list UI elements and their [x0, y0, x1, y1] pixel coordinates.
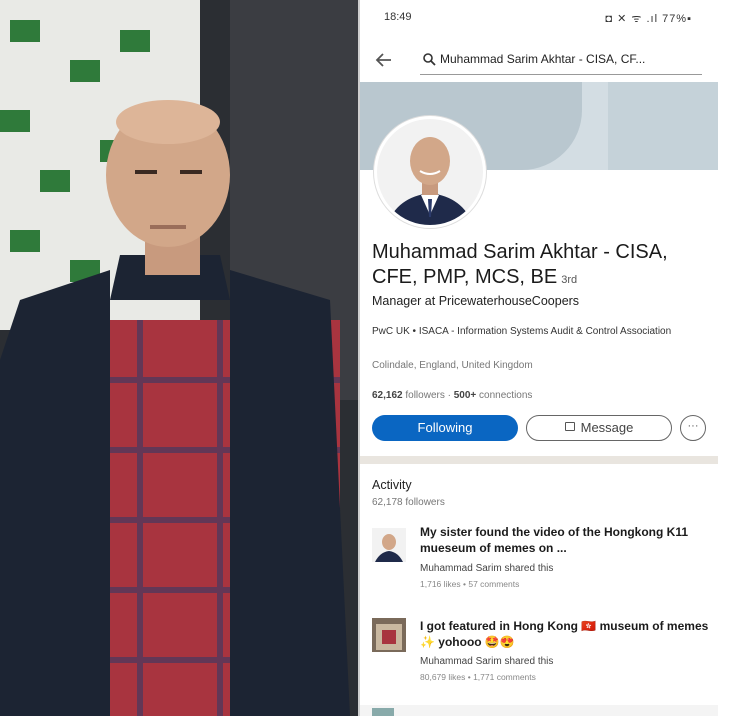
post-thumbnail — [372, 528, 406, 562]
status-time: 18:49 — [384, 11, 412, 23]
search-icon — [422, 52, 436, 66]
connection-degree: 3rd — [561, 274, 578, 286]
linkedin-profile-screen: 18:49 ◘ ✕ ᯤ .ıl 77%▪ Muhammad Sarim Akht… — [360, 0, 722, 716]
post-title: I got featured in Hong Kong 🇭🇰 museum of… — [420, 619, 709, 649]
status-bar: 18:49 ◘ ✕ ᯤ .ıl 77%▪ — [360, 0, 722, 30]
profile-stats: 62,162 followers · 500+ connections — [372, 390, 532, 401]
connections-label[interactable]: connections — [479, 390, 532, 401]
followers-label[interactable]: followers — [405, 390, 444, 401]
avatar[interactable] — [374, 116, 486, 228]
activity-followers: 62,178 followers — [372, 497, 445, 508]
lock-icon — [564, 422, 575, 431]
post-author: Muhammad Sarim shared this — [420, 563, 554, 574]
photo-illustration — [0, 0, 360, 716]
search-query: Muhammad Sarim Akhtar - CISA, CF... — [440, 52, 646, 66]
post-thumbnail — [372, 618, 406, 652]
post-title: My sister found the video of the Hongkon… — [420, 525, 689, 555]
more-icon[interactable]: ··· — [680, 415, 706, 441]
profile-name: Muhammad Sarim Akhtar - CISA, CFE, PMP, … — [372, 240, 717, 293]
system-icons: ◘ ✕ ᯤ .ıl 77%▪ — [605, 13, 692, 25]
post-stats: 80,679 likes • 1,771 comments — [420, 672, 536, 682]
profile-location: Colindale, England, United Kingdom — [372, 360, 533, 371]
stats-separator: · — [444, 390, 454, 401]
activity-title: Activity — [372, 478, 412, 492]
search-input[interactable]: Muhammad Sarim Akhtar - CISA, CF... — [420, 48, 702, 75]
connections-count: 500+ — [453, 390, 477, 401]
search-bar: Muhammad Sarim Akhtar - CISA, CF... — [360, 40, 722, 80]
post-author: Muhammad Sarim shared this — [420, 656, 554, 667]
following-button[interactable]: Following — [372, 415, 518, 441]
profile-name-text: Muhammad Sarim Akhtar - CISA, CFE, PMP, … — [372, 241, 668, 288]
followers-count: 62,162 — [372, 390, 403, 401]
message-button[interactable]: Message — [526, 415, 672, 441]
back-arrow-icon[interactable] — [374, 50, 396, 72]
meme-photo — [0, 0, 360, 716]
page-margin — [722, 0, 752, 716]
section-divider — [360, 456, 718, 464]
next-post-peek — [360, 705, 718, 716]
message-label: Message — [580, 420, 634, 435]
post-stats: 1,716 likes • 57 comments — [420, 579, 520, 589]
profile-affiliations: PwC UK • ISACA - Information Systems Aud… — [372, 326, 672, 337]
profile-headline: Manager at PricewaterhouseCoopers — [372, 294, 580, 308]
